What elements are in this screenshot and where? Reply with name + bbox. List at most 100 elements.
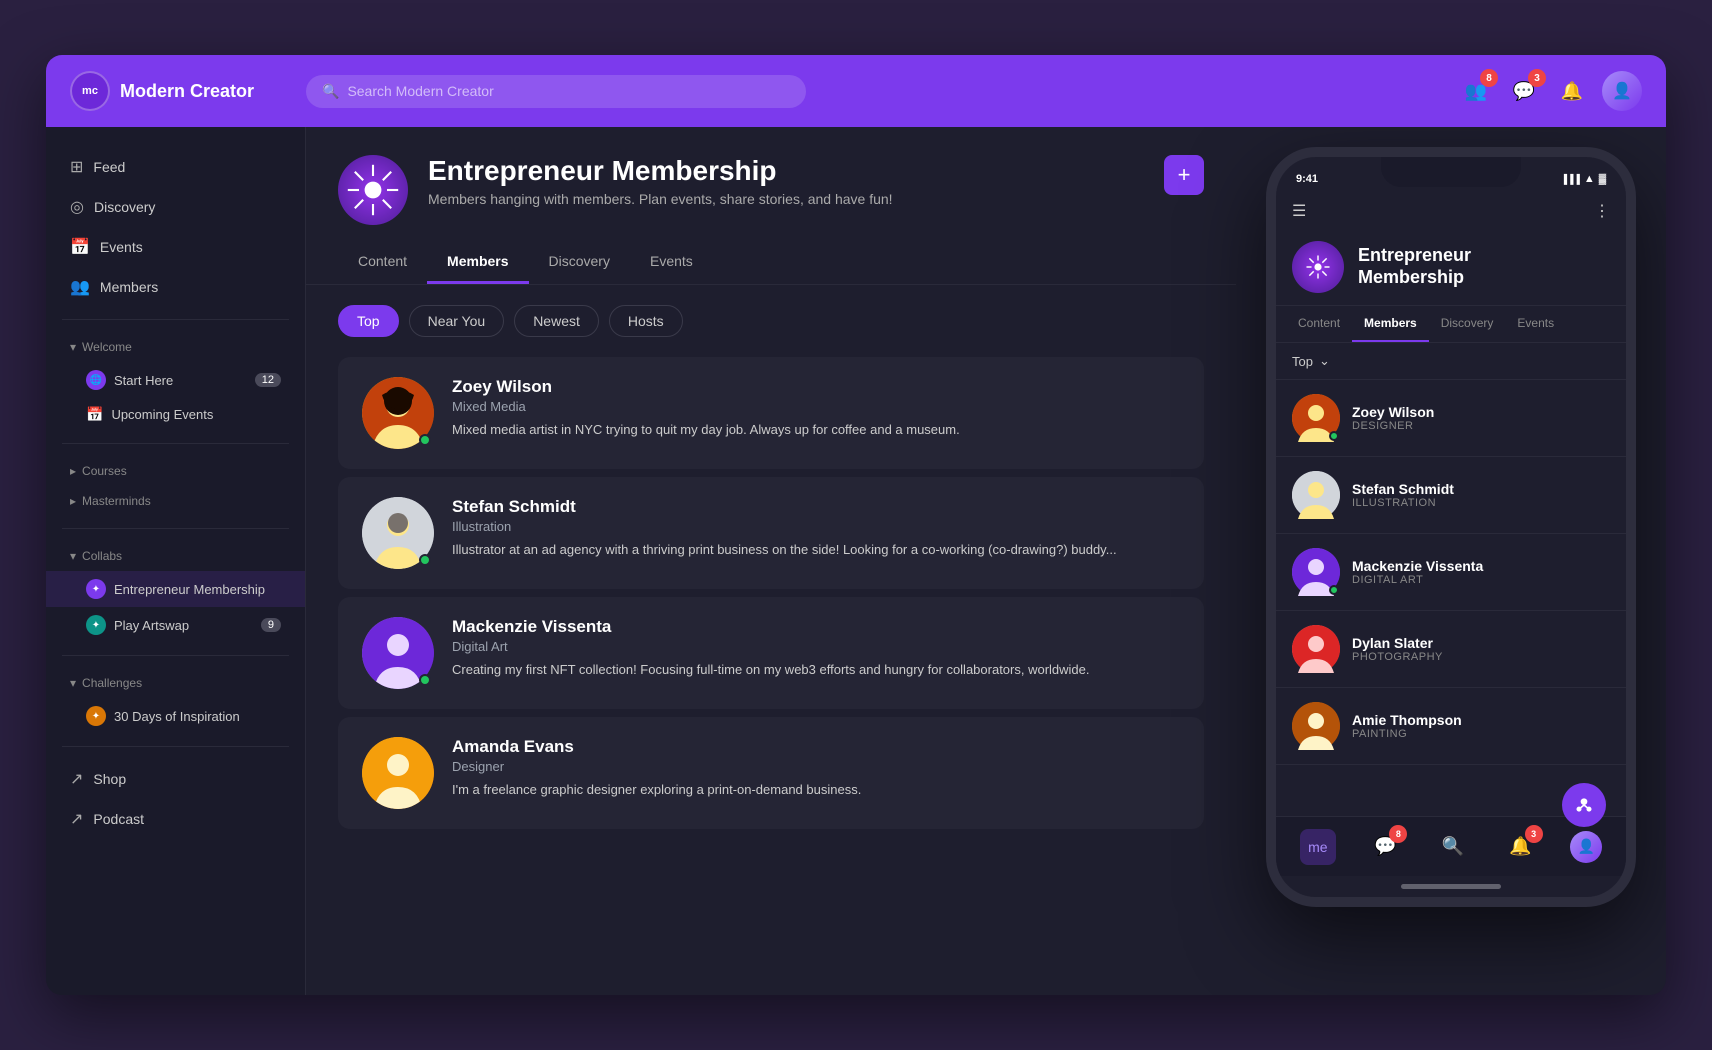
tab-members[interactable]: Members: [427, 241, 528, 284]
phone-chat-bottom-icon[interactable]: 💬 8: [1367, 829, 1403, 865]
main-layout: ⊞ Feed ◎ Discovery 📅 Events 👥 Members ▾ …: [46, 127, 1666, 995]
member-card-mackenzie[interactable]: Mackenzie Vissenta Digital Art Creating …: [338, 597, 1204, 709]
user-avatar-nav[interactable]: 👤: [1602, 71, 1642, 111]
events-icon: 📅: [70, 237, 90, 257]
phone-dylan-avatar: [1292, 625, 1340, 673]
phone-tab-discovery[interactable]: Discovery: [1429, 306, 1506, 342]
phone-stefan-info: Stefan Schmidt ILLUSTRATION: [1352, 481, 1454, 509]
member-card-amanda[interactable]: Amanda Evans Designer I'm a freelance gr…: [338, 717, 1204, 829]
zoey-info: Zoey Wilson Mixed Media Mixed media arti…: [452, 377, 1180, 440]
challenges-section[interactable]: ▾ Challenges: [46, 668, 305, 698]
phone-tab-content[interactable]: Content: [1286, 306, 1352, 342]
notification-nav-btn[interactable]: 🔔: [1554, 73, 1590, 109]
masterminds-arrow: ▸: [70, 494, 76, 508]
phone-member-mackenzie[interactable]: Mackenzie Vissenta DIGITAL ART: [1276, 534, 1626, 611]
add-button[interactable]: +: [1164, 155, 1204, 195]
sidebar-item-discovery[interactable]: ◎ Discovery: [46, 187, 305, 227]
phone-home-icon[interactable]: me: [1300, 829, 1336, 865]
phone-search-bottom-icon[interactable]: 🔍: [1435, 829, 1471, 865]
mackenzie-info: Mackenzie Vissenta Digital Art Creating …: [452, 617, 1180, 680]
community-tabs: Content Members Discovery Events: [338, 241, 1204, 284]
amanda-info: Amanda Evans Designer I'm a freelance gr…: [452, 737, 1180, 800]
discovery-icon: ◎: [70, 197, 84, 217]
tab-content[interactable]: Content: [338, 241, 427, 284]
phone-member-stefan[interactable]: Stefan Schmidt ILLUSTRATION: [1276, 457, 1626, 534]
courses-section[interactable]: ▸ Courses: [46, 456, 305, 486]
phone-fab-icon: [1574, 795, 1594, 815]
sidebar-item-events[interactable]: 📅 Events: [46, 227, 305, 267]
phone-filter-chevron[interactable]: ⌄: [1319, 353, 1330, 369]
phone-tab-events[interactable]: Events: [1505, 306, 1566, 342]
amanda-name: Amanda Evans: [452, 737, 1180, 757]
courses-arrow: ▸: [70, 464, 76, 478]
phone-mackenzie-info: Mackenzie Vissenta DIGITAL ART: [1352, 558, 1483, 586]
filter-newest[interactable]: Newest: [514, 305, 599, 337]
sidebar-item-starthere[interactable]: 🌐 Start Here 12: [46, 362, 305, 398]
bell-icon: 🔔: [1561, 81, 1583, 102]
phone-bottom-bar: me 💬 8 🔍 🔔 3 👤: [1276, 816, 1626, 876]
sidebar-item-feed[interactable]: ⊞ Feed: [46, 147, 305, 187]
phone-dylan-info: Dylan Slater PHOTOGRAPHY: [1352, 635, 1443, 663]
phone-mackenzie-name: Mackenzie Vissenta: [1352, 558, 1483, 574]
sidebar-item-entrepreneur[interactable]: ✦ Entrepreneur Membership: [46, 571, 305, 607]
sidebar-item-artswap[interactable]: ✦ Play Artswap 9: [46, 607, 305, 643]
shop-icon: ↗: [70, 769, 83, 789]
phone-mackenzie-avatar: [1292, 548, 1340, 596]
phone-member-zoey[interactable]: Zoey Wilson DESIGNER: [1276, 380, 1626, 457]
search-bar[interactable]: 🔍 Search Modern Creator: [306, 75, 806, 108]
people-nav-btn[interactable]: 👥 8: [1458, 73, 1494, 109]
stefan-info: Stefan Schmidt Illustration Illustrator …: [452, 497, 1180, 560]
phone-more-icon[interactable]: ⋮: [1594, 201, 1610, 221]
community-header: Entrepreneur Membership Members hanging …: [306, 127, 1236, 285]
phone-zoey-role: DESIGNER: [1352, 420, 1434, 432]
divider-4: [62, 655, 289, 656]
mackenzie-online-indicator: [419, 674, 431, 686]
phone-chat-badge: 8: [1389, 825, 1407, 843]
phone-tabs: Content Members Discovery Events: [1276, 306, 1626, 343]
phone-member-amie[interactable]: Amie Thompson PAINTING: [1276, 688, 1626, 765]
member-card-stefan[interactable]: Stefan Schmidt Illustration Illustrator …: [338, 477, 1204, 589]
phone-tab-members[interactable]: Members: [1352, 306, 1429, 342]
phone-signal-icon: ▐▐▐: [1561, 174, 1580, 184]
podcast-icon: ↗: [70, 809, 83, 829]
phone-member-dylan[interactable]: Dylan Slater PHOTOGRAPHY: [1276, 611, 1626, 688]
chat-nav-btn[interactable]: 💬 3: [1506, 73, 1542, 109]
sidebar-item-30days[interactable]: ✦ 30 Days of Inspiration: [46, 698, 305, 734]
phone-bell-badge: 3: [1525, 825, 1543, 843]
phone-bell-bottom-icon[interactable]: 🔔 3: [1503, 829, 1539, 865]
collabs-section[interactable]: ▾ Collabs: [46, 541, 305, 571]
filter-top[interactable]: Top: [338, 305, 399, 337]
tab-events[interactable]: Events: [630, 241, 713, 284]
community-name: Entrepreneur Membership: [428, 155, 1144, 187]
phone-amie-avatar: [1292, 702, 1340, 750]
filter-near-you[interactable]: Near You: [409, 305, 505, 337]
member-card-zoey[interactable]: Zoey Wilson Mixed Media Mixed media arti…: [338, 357, 1204, 469]
courses-label: Courses: [82, 464, 127, 478]
30days-icon: ✦: [86, 706, 106, 726]
feed-icon: ⊞: [70, 157, 83, 177]
mackenzie-name: Mackenzie Vissenta: [452, 617, 1180, 637]
sidebar-item-upcomingevents[interactable]: 📅 Upcoming Events: [46, 398, 305, 431]
phone-avatar-bottom[interactable]: 👤: [1570, 831, 1602, 863]
filter-hosts[interactable]: Hosts: [609, 305, 683, 337]
phone-stefan-avatar: [1292, 471, 1340, 519]
masterminds-section[interactable]: ▸ Masterminds: [46, 486, 305, 516]
sidebar-item-shop[interactable]: ↗ Shop: [46, 759, 305, 799]
phone-stefan-name: Stefan Schmidt: [1352, 481, 1454, 497]
community-logo: [338, 155, 408, 225]
sidebar-item-members[interactable]: 👥 Members: [46, 267, 305, 307]
community-title-row: Entrepreneur Membership Members hanging …: [338, 155, 1204, 225]
shop-label: Shop: [93, 771, 126, 787]
collabs-arrow: ▾: [70, 549, 76, 563]
phone-menu-icon[interactable]: ☰: [1292, 201, 1306, 221]
phone-screen: 9:41 ▐▐▐ ▲ ▓ ☰ ⋮: [1276, 157, 1626, 897]
phone-fab-button[interactable]: [1562, 783, 1606, 827]
phone-community-info: Entrepreneur Membership: [1276, 229, 1626, 306]
tab-discovery[interactable]: Discovery: [529, 241, 630, 284]
members-label: Members: [100, 279, 158, 295]
sidebar-item-podcast[interactable]: ↗ Podcast: [46, 799, 305, 839]
phone-zoey-online: [1329, 431, 1339, 441]
welcome-section[interactable]: ▾ Welcome: [46, 332, 305, 362]
artswap-icon: ✦: [86, 615, 106, 635]
divider-1: [62, 319, 289, 320]
